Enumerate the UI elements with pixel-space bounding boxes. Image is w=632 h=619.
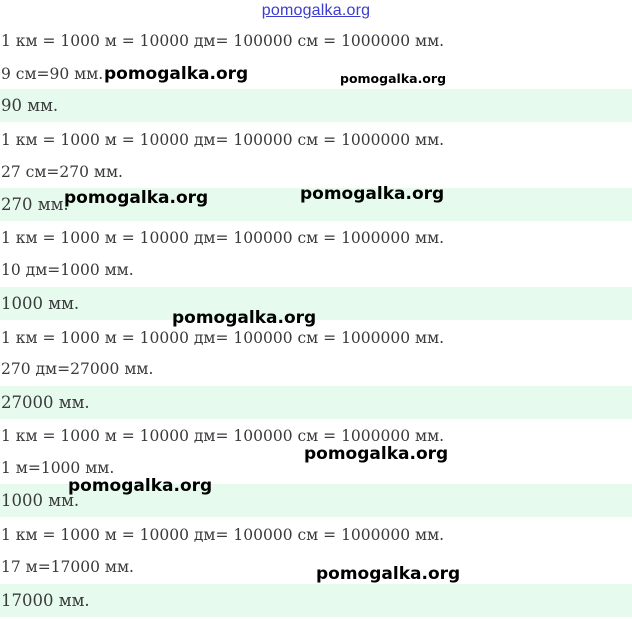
watermark: pomogalka.org xyxy=(304,444,449,464)
conversion-line: 270 дм=27000 мм. xyxy=(1,360,154,378)
watermark: pomogalka.org xyxy=(300,184,445,204)
header-site-link[interactable]: pomogalka.org xyxy=(0,2,632,20)
conversion-reference-line: 1 км = 1000 м = 10000 дм= 100000 см = 10… xyxy=(1,131,445,149)
conversion-line: 10 дм=1000 мм. xyxy=(1,261,134,279)
answer-line: 17000 мм. xyxy=(0,584,632,617)
conversion-reference-line: 1 км = 1000 м = 10000 дм= 100000 см = 10… xyxy=(1,32,445,50)
watermark: pomogalka.org xyxy=(172,308,317,328)
watermark: pomogalka.org xyxy=(104,64,249,84)
conversion-line: 9 см=90 мм. xyxy=(1,65,104,83)
watermark: pomogalka.org xyxy=(64,188,209,208)
watermark: pomogalka.org xyxy=(316,564,461,584)
watermark: pomogalka.org xyxy=(340,71,447,86)
conversion-reference-line: 1 км = 1000 м = 10000 дм= 100000 см = 10… xyxy=(1,526,445,544)
conversion-reference-line: 1 км = 1000 м = 10000 дм= 100000 см = 10… xyxy=(1,229,445,247)
watermark: pomogalka.org xyxy=(68,476,213,496)
answer-line: 90 мм. xyxy=(0,89,632,122)
answer-line: 27000 мм. xyxy=(0,386,632,419)
